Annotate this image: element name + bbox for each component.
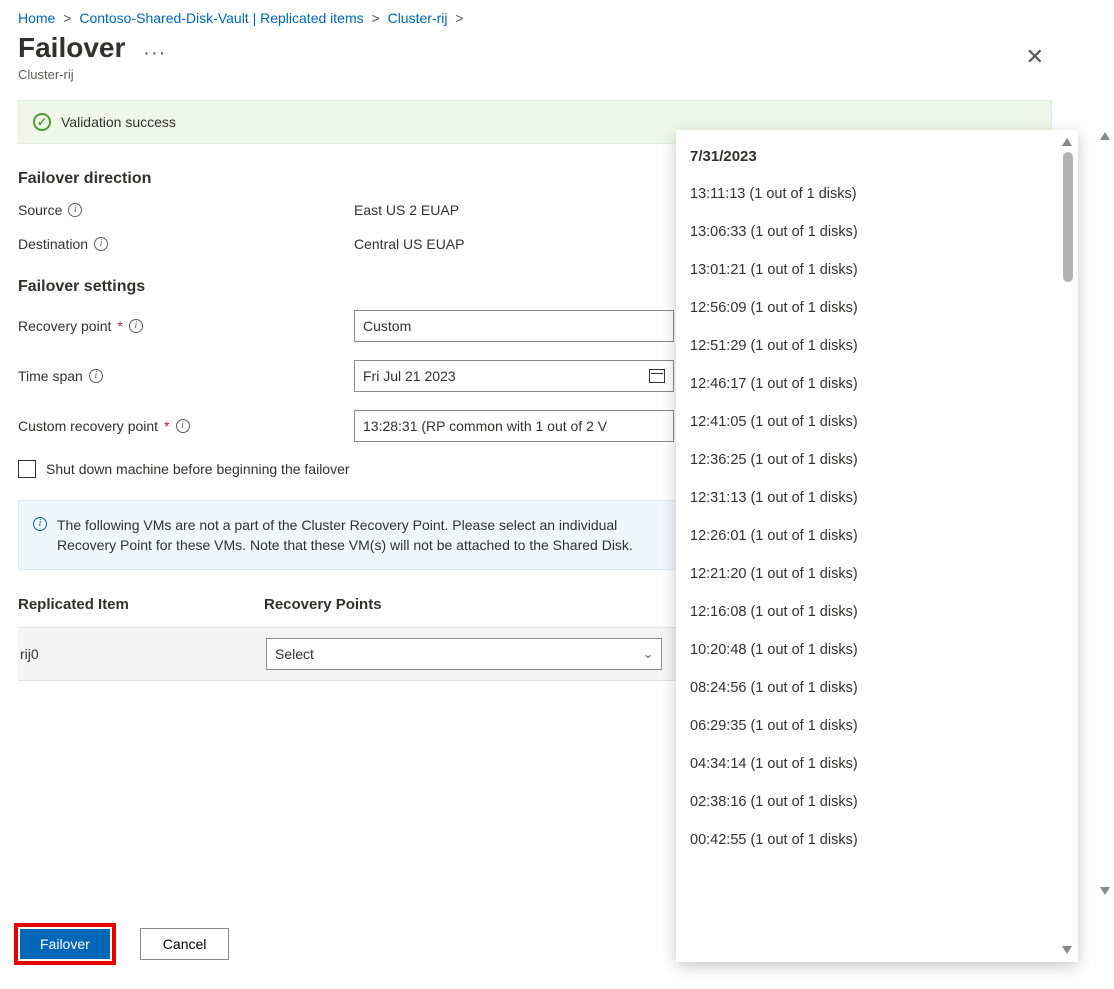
dropdown-date-header: 7/31/2023 xyxy=(676,144,1078,175)
custom-recovery-point-select[interactable]: 13:28:31 (RP common with 1 out of 2 V xyxy=(354,410,674,442)
page-title: Failover xyxy=(18,32,125,64)
scroll-down-icon[interactable] xyxy=(1062,946,1072,954)
shutdown-label: Shut down machine before beginning the f… xyxy=(46,461,350,477)
info-icon[interactable] xyxy=(176,419,190,433)
info-icon xyxy=(33,517,47,531)
scroll-up-icon[interactable] xyxy=(1062,138,1072,146)
recovery-point-select[interactable]: Custom xyxy=(354,310,674,342)
dropdown-item[interactable]: 12:41:05 (1 out of 1 disks) xyxy=(676,403,1078,441)
dropdown-item[interactable]: 13:01:21 (1 out of 1 disks) xyxy=(676,251,1078,289)
dropdown-item[interactable]: 12:21:20 (1 out of 1 disks) xyxy=(676,555,1078,593)
cancel-button[interactable]: Cancel xyxy=(140,928,230,960)
custom-recovery-point-value: 13:28:31 (RP common with 1 out of 2 V xyxy=(363,418,607,434)
shutdown-checkbox[interactable] xyxy=(18,460,36,478)
info-panel-text: The following VMs are not a part of the … xyxy=(57,515,663,556)
required-asterisk: * xyxy=(117,318,122,334)
failover-button[interactable]: Failover xyxy=(20,929,110,959)
recovery-point-value: Custom xyxy=(363,318,411,334)
page-subtitle: Cluster-rij xyxy=(18,67,166,82)
required-asterisk: * xyxy=(164,418,169,434)
breadcrumb-link-vault[interactable]: Contoso-Shared-Disk-Vault | Replicated i… xyxy=(79,10,363,26)
dropdown-item[interactable]: 12:46:17 (1 out of 1 disks) xyxy=(676,365,1078,403)
dropdown-item[interactable]: 00:42:55 (1 out of 1 disks) xyxy=(676,821,1078,859)
failover-button-highlight: Failover xyxy=(14,923,116,965)
destination-value: Central US EUAP xyxy=(354,236,464,252)
source-label: Source xyxy=(18,202,62,218)
info-icon[interactable] xyxy=(94,237,108,251)
success-check-icon xyxy=(33,113,51,131)
breadcrumb-link-home[interactable]: Home xyxy=(18,10,55,26)
dropdown-item[interactable]: 12:26:01 (1 out of 1 disks) xyxy=(676,517,1078,555)
dropdown-item[interactable]: 12:51:29 (1 out of 1 disks) xyxy=(676,327,1078,365)
dropdown-item[interactable]: 02:38:16 (1 out of 1 disks) xyxy=(676,783,1078,821)
calendar-icon xyxy=(649,369,665,383)
scroll-thumb[interactable] xyxy=(1063,152,1073,282)
chevron-right-icon: > xyxy=(372,10,380,26)
dropdown-scrollbar[interactable] xyxy=(1058,134,1076,958)
dropdown-item[interactable]: 06:29:35 (1 out of 1 disks) xyxy=(676,707,1078,745)
dropdown-item[interactable]: 13:06:33 (1 out of 1 disks) xyxy=(676,213,1078,251)
timespan-value: Fri Jul 21 2023 xyxy=(363,368,456,384)
dropdown-item[interactable]: 10:20:48 (1 out of 1 disks) xyxy=(676,631,1078,669)
info-icon[interactable] xyxy=(89,369,103,383)
dropdown-item[interactable]: 12:36:25 (1 out of 1 disks) xyxy=(676,441,1078,479)
chevron-right-icon: > xyxy=(63,10,71,26)
recovery-point-label: Recovery point xyxy=(18,318,111,334)
scroll-up-icon[interactable] xyxy=(1100,132,1110,140)
timespan-date-input[interactable]: Fri Jul 21 2023 xyxy=(354,360,674,392)
dropdown-item[interactable]: 12:31:13 (1 out of 1 disks) xyxy=(676,479,1078,517)
chevron-right-icon: > xyxy=(455,10,463,26)
breadcrumb: Home > Contoso-Shared-Disk-Vault | Repli… xyxy=(18,10,1052,26)
dropdown-item[interactable]: 13:11:13 (1 out of 1 disks) xyxy=(676,175,1078,213)
breadcrumb-link-cluster[interactable]: Cluster-rij xyxy=(388,10,448,26)
recovery-point-row-select[interactable]: Select ⌄ xyxy=(266,638,662,670)
custom-recovery-point-label: Custom recovery point xyxy=(18,418,158,434)
chevron-down-icon: ⌄ xyxy=(643,647,653,661)
validation-message: Validation success xyxy=(61,114,176,130)
dropdown-item[interactable]: 12:56:09 (1 out of 1 disks) xyxy=(676,289,1078,327)
dropdown-item[interactable]: 04:34:14 (1 out of 1 disks) xyxy=(676,745,1078,783)
close-icon[interactable]: ✕ xyxy=(1018,40,1052,74)
scroll-down-icon[interactable] xyxy=(1100,887,1110,895)
info-panel: The following VMs are not a part of the … xyxy=(18,500,678,571)
page-scrollbar[interactable] xyxy=(1096,130,1114,897)
recovery-point-dropdown-list: 7/31/2023 13:11:13 (1 out of 1 disks)13:… xyxy=(676,130,1078,962)
more-actions-icon[interactable]: ··· xyxy=(143,42,166,65)
source-value: East US 2 EUAP xyxy=(354,202,459,218)
info-icon[interactable] xyxy=(129,319,143,333)
destination-label: Destination xyxy=(18,236,88,252)
table-cell-item: rij0 xyxy=(20,646,266,662)
timespan-label: Time span xyxy=(18,368,83,384)
dropdown-item[interactable]: 12:16:08 (1 out of 1 disks) xyxy=(676,593,1078,631)
dropdown-item[interactable]: 08:24:56 (1 out of 1 disks) xyxy=(676,669,1078,707)
recovery-point-row-value: Select xyxy=(275,646,314,662)
info-icon[interactable] xyxy=(68,203,82,217)
table-header-replicated-item: Replicated Item xyxy=(18,596,264,613)
